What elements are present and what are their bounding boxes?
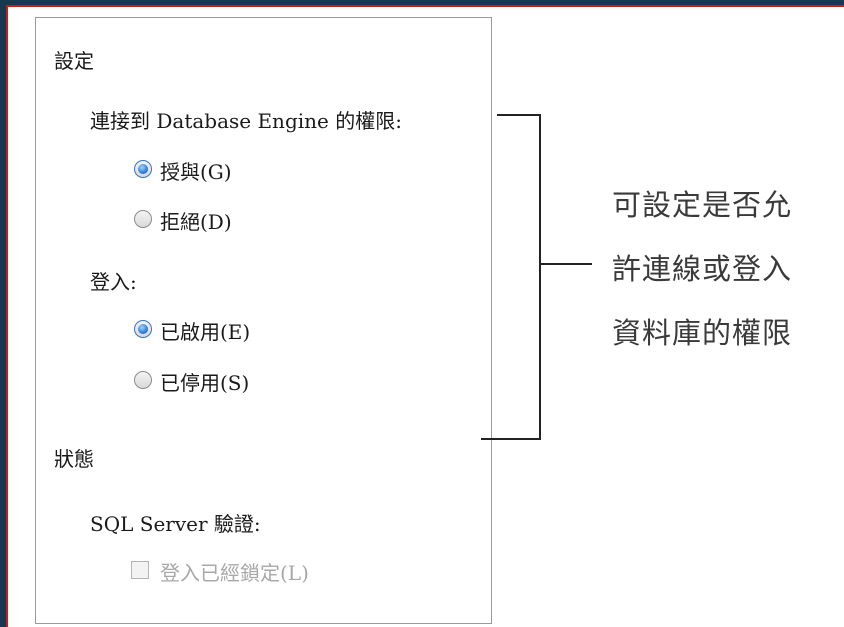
grant-label[interactable]: 授與(G) <box>160 156 232 185</box>
bracket-bottom <box>481 438 541 440</box>
grant-radio[interactable] <box>134 160 152 178</box>
settings-heading: 設定 <box>54 49 94 73</box>
annotation-line-1: 可設定是否允 <box>612 188 793 222</box>
bracket-vertical <box>539 114 541 440</box>
status-heading: 狀態 <box>54 447 94 471</box>
deny-radio[interactable] <box>134 210 152 228</box>
locked-label[interactable]: 登入已經鎖定(L) <box>160 557 309 586</box>
annotation-line-3: 資料庫的權限 <box>612 316 793 350</box>
login-label: 登入: <box>90 270 137 294</box>
disabled-radio[interactable] <box>134 371 152 389</box>
db-permission-label: 連接到 Database Engine 的權限: <box>90 109 402 133</box>
sql-auth-label: SQL Server 驗證: <box>90 512 261 536</box>
bracket-pointer <box>541 263 592 265</box>
enabled-radio[interactable] <box>134 320 152 338</box>
disabled-label[interactable]: 已停用(S) <box>160 367 249 396</box>
locked-checkbox[interactable] <box>131 561 149 579</box>
enabled-label[interactable]: 已啟用(E) <box>160 316 250 345</box>
deny-label[interactable]: 拒絕(D) <box>160 206 232 235</box>
annotation-line-2: 許連線或登入 <box>612 252 793 286</box>
bracket-top <box>497 114 541 116</box>
